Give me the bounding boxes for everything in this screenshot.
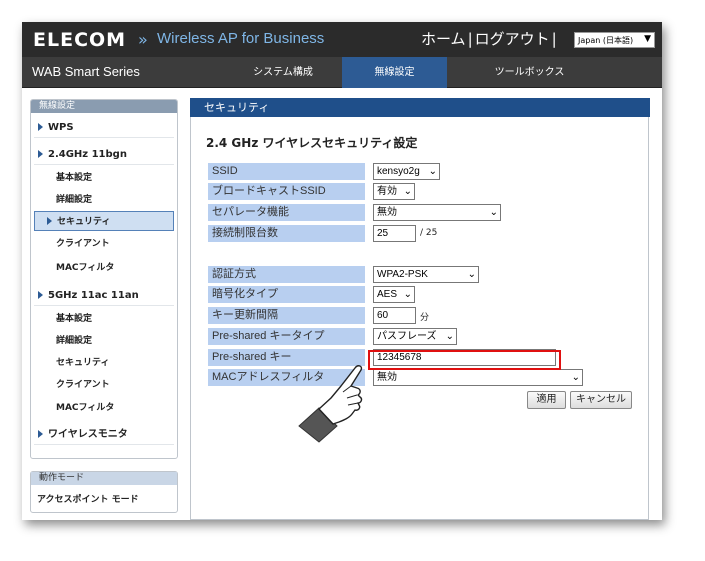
operation-mode-box: 動作モード アクセスポイント モード — [30, 471, 178, 513]
tab-toolbox[interactable]: ツールボックス — [467, 57, 592, 88]
link-separator: | — [467, 30, 473, 48]
language-value: Japan (日本語) — [578, 36, 634, 45]
chevron-down-icon: ⌄ — [571, 372, 580, 383]
mode-title: 動作モード — [31, 472, 177, 485]
sidebar-item-wps[interactable]: WPS — [34, 118, 174, 138]
sidebar-item-24ghz[interactable]: 2.4GHz 11bgn — [34, 145, 174, 165]
conn-limit-label: 接続制限台数 — [208, 225, 365, 242]
sidebar-item-24-macfilter[interactable]: MACフィルタ — [34, 258, 174, 278]
broadcast-ssid-select[interactable]: 有効 ⌄ — [373, 183, 415, 200]
broadcast-ssid-label: ブロードキャストSSID — [208, 183, 365, 200]
panel-header: セキュリティ — [190, 98, 650, 117]
triangle-right-icon — [38, 291, 43, 299]
sidebar-item-label: ワイヤレスモニタ — [48, 429, 128, 440]
tab-system[interactable]: システム構成 — [222, 57, 344, 88]
main-panel: セキュリティ 2.4 GHz ワイヤレスセキュリティ設定 SSID kensyo… — [190, 98, 650, 520]
auth-select[interactable]: WPA2-PSK ⌄ — [373, 266, 479, 283]
sidebar-item-5-basic[interactable]: 基本設定 — [34, 309, 174, 329]
sidebar-item-24-client[interactable]: クライアント — [34, 234, 174, 254]
conn-limit-input[interactable]: 25 — [373, 225, 416, 242]
mac-filter-value: 無効 — [377, 372, 397, 383]
chevron-down-icon: ⌄ — [467, 269, 476, 280]
chevron-down-icon: ⌄ — [403, 186, 412, 197]
triangle-right-icon — [38, 123, 43, 131]
pointing-hand-icon — [298, 365, 363, 443]
psk-highlight-box — [368, 350, 561, 370]
logout-link[interactable]: ログアウト — [475, 30, 550, 48]
separator-value: 無効 — [377, 207, 397, 218]
sidebar-item-label: 5GHz 11ac 11an — [48, 290, 139, 301]
chevron-down-icon: ⌄ — [445, 331, 454, 342]
mac-filter-select[interactable]: 無効 ⌄ — [373, 369, 583, 386]
psk-type-value: パスフレーズ — [377, 331, 437, 342]
sidebar-item-24-security[interactable]: セキュリティ — [34, 211, 174, 231]
ssid-select[interactable]: kensyo2g ⌄ — [373, 163, 440, 180]
tab-wireless[interactable]: 無線設定 — [342, 57, 447, 88]
mode-value: アクセスポイント モード — [37, 495, 139, 505]
triangle-right-icon — [38, 430, 43, 438]
elecom-logo: ELECOM — [33, 29, 127, 51]
language-select[interactable]: Japan (日本語) ▼ — [574, 32, 655, 48]
top-header: ELECOM » Wireless AP for Business ホーム | ログ… — [22, 22, 662, 57]
auth-label: 認証方式 — [208, 266, 365, 283]
home-link[interactable]: ホーム — [421, 30, 466, 48]
encryption-select[interactable]: AES ⌄ — [373, 286, 415, 303]
sidebar-title: 無線設定 — [31, 100, 177, 113]
top-links: ホーム | ログアウト | — [421, 28, 559, 49]
key-update-label: キー更新間隔 — [208, 307, 365, 324]
link-separator: | — [551, 30, 557, 48]
sidebar-item-5-advanced[interactable]: 詳細設定 — [34, 331, 174, 351]
apply-button[interactable]: 適用 — [527, 391, 566, 409]
triangle-right-icon — [38, 150, 43, 158]
sidebar-item-5-security[interactable]: セキュリティ — [34, 353, 174, 373]
chevron-down-icon: ⌄ — [428, 166, 437, 177]
product-title: Wireless AP for Business — [157, 30, 325, 47]
key-update-input[interactable]: 60 — [373, 307, 416, 324]
encryption-label: 暗号化タイプ — [208, 286, 365, 303]
sidebar: 無線設定 WPS 2.4GHz 11bgn 基本設定 詳細設定 セキュリティ ク… — [30, 99, 178, 459]
separator-select[interactable]: 無効 ⌄ — [373, 204, 501, 221]
series-name: WAB Smart Series — [32, 64, 140, 79]
main-nav: WAB Smart Series システム構成 無線設定 ツールボックス — [22, 57, 662, 88]
chevron-down-icon: ▼ — [644, 34, 651, 44]
chevron-down-icon: ⌄ — [403, 289, 412, 300]
chevron-down-icon: ⌄ — [489, 207, 498, 218]
sidebar-item-label: 2.4GHz 11bgn — [48, 149, 127, 160]
psk-type-select[interactable]: パスフレーズ ⌄ — [373, 328, 457, 345]
sidebar-item-wireless-monitor[interactable]: ワイヤレスモニタ — [34, 425, 174, 445]
encryption-value: AES — [377, 289, 398, 300]
chevron-icon: » — [138, 30, 148, 49]
sidebar-item-24-advanced[interactable]: 詳細設定 — [34, 190, 174, 210]
auth-value: WPA2-PSK — [377, 269, 428, 280]
browser-frame: ELECOM » Wireless AP for Business ホーム | ログ… — [22, 22, 662, 520]
sidebar-item-label: WPS — [48, 122, 74, 133]
sidebar-item-5-client[interactable]: クライアント — [34, 375, 174, 395]
broadcast-value: 有効 — [377, 186, 397, 197]
key-update-unit: 分 — [420, 313, 430, 323]
psk-type-label: Pre-shared キータイプ — [208, 328, 365, 345]
sidebar-item-label: セキュリティ — [57, 217, 111, 227]
section-title: 2.4 GHz ワイヤレスセキュリティ設定 — [206, 136, 418, 150]
sidebar-item-5ghz[interactable]: 5GHz 11ac 11an — [34, 286, 174, 306]
conn-limit-max: / 25 — [420, 228, 438, 238]
cancel-button[interactable]: キャンセル — [570, 391, 632, 409]
sidebar-item-5-macfilter[interactable]: MACフィルタ — [34, 398, 174, 418]
separator-label: セパレータ機能 — [208, 204, 365, 221]
ssid-label: SSID — [208, 163, 365, 180]
ssid-value: kensyo2g — [377, 166, 420, 177]
triangle-right-icon — [47, 217, 52, 225]
sidebar-item-24-basic[interactable]: 基本設定 — [34, 168, 174, 188]
